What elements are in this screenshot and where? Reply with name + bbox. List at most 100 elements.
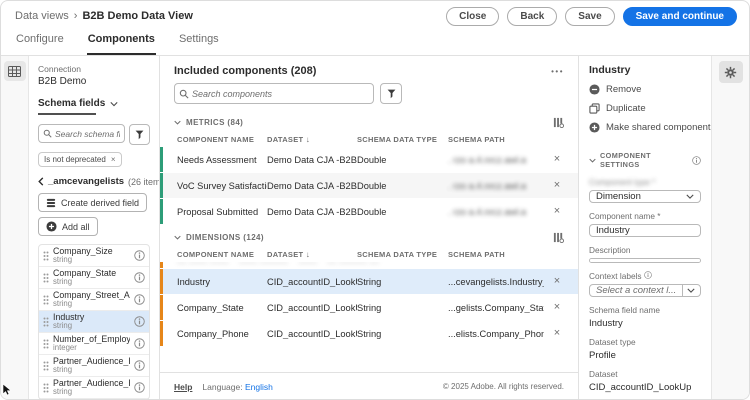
chevron-down-icon (682, 191, 698, 202)
breadcrumb-root[interactable]: Data views (15, 10, 69, 22)
info-icon[interactable] (134, 360, 145, 371)
column-settings-icon[interactable] (553, 232, 564, 243)
create-derived-field-label: Create derived field (61, 198, 139, 208)
drag-handle-icon[interactable] (43, 251, 49, 261)
remove-component-icon[interactable]: × (544, 302, 570, 313)
schema-field-item[interactable]: Company_Size string (39, 245, 149, 267)
back-button[interactable]: Back (507, 7, 557, 26)
column-settings-icon[interactable] (553, 117, 564, 128)
metric-row[interactable]: Proposal Submitted Demo Data CJA -B2B ..… (160, 199, 578, 224)
info-icon[interactable] (644, 271, 652, 279)
drag-handle-icon[interactable] (43, 383, 49, 393)
tab-components[interactable]: Components (87, 31, 156, 55)
column-header-dataset[interactable]: DATASET ↓ (267, 135, 357, 144)
remove-component-icon[interactable]: × (544, 328, 570, 339)
column-header-component-name[interactable]: COMPONENT NAME (177, 135, 267, 144)
language-link[interactable]: English (245, 382, 273, 392)
column-header-schema-path[interactable]: SCHEMA PATH (448, 135, 544, 144)
drag-handle-icon[interactable] (43, 295, 49, 305)
dimension-row[interactable]: Company_State CID_accountID_LookUp Strin… (160, 295, 578, 320)
column-header-schema-data-type[interactable]: SCHEMA DATA TYPE (357, 135, 448, 144)
save-and-continue-button[interactable]: Save and continue (623, 7, 737, 26)
components-search-box (174, 83, 374, 104)
description-textarea[interactable] (589, 258, 701, 263)
filter-chip-not-deprecated[interactable]: Is not deprecated × (38, 152, 122, 167)
settings-panel-toggle-button[interactable] (719, 61, 743, 83)
drag-handle-icon[interactable] (43, 339, 49, 349)
field-type: string (53, 388, 130, 397)
add-all-button[interactable]: Add all (38, 217, 98, 236)
dimension-name: Company_State (177, 303, 267, 313)
duplicate-action[interactable]: Duplicate (589, 103, 701, 114)
field-text: Company_Size string (53, 246, 130, 265)
schema-field-item[interactable]: Company_State string (39, 267, 149, 289)
schema-group-name: _amcevangelists (48, 176, 124, 187)
schema-panel-toggle-button[interactable] (4, 61, 26, 81)
schema-field-item[interactable]: Company_Street_Add... string (39, 289, 149, 311)
info-icon[interactable] (134, 382, 145, 393)
metric-schema-path-redacted: . rzo a.4.nrcz.awl.a (448, 155, 544, 165)
schema-fields-dropdown[interactable]: Schema fields (38, 98, 150, 109)
column-header-schema-data-type[interactable]: SCHEMA DATA TYPE (357, 250, 448, 259)
info-icon[interactable] (134, 294, 145, 305)
make-shared-component-action[interactable]: Make shared component (589, 122, 701, 133)
tab-settings[interactable]: Settings (178, 31, 220, 55)
column-header-component-name[interactable]: COMPONENT NAME (177, 250, 267, 259)
drag-handle-icon[interactable] (43, 317, 49, 327)
info-icon[interactable] (134, 338, 145, 349)
schema-group-breadcrumb[interactable]: _amcevangelists (26 items) (38, 176, 150, 187)
dimension-schema-path: ...gelists.Company_State (448, 303, 544, 313)
info-icon[interactable] (134, 250, 145, 261)
remove-action[interactable]: Remove (589, 84, 701, 95)
remove-component-icon[interactable]: × (544, 276, 570, 287)
component-type-select[interactable]: Dimension (589, 190, 701, 203)
close-button[interactable]: Close (446, 7, 499, 26)
schema-search-input[interactable] (55, 129, 120, 139)
tab-configure[interactable]: Configure (15, 31, 65, 55)
dimension-row[interactable]: Company_Phone CID_accountID_LookUp Strin… (160, 321, 578, 346)
components-search-input[interactable] (192, 89, 369, 99)
dimensions-section-header[interactable]: DIMENSIONS (124) (160, 227, 578, 246)
data-view-editor-window: Data views › B2B Demo Data View Close Ba… (0, 0, 750, 400)
info-icon[interactable] (134, 316, 145, 327)
component-settings-section-header[interactable]: COMPONENT SETTINGS (589, 151, 701, 169)
dimension-row-industry[interactable]: Industry CID_accountID_LookUp String ...… (160, 269, 578, 294)
info-icon[interactable] (692, 156, 701, 165)
schema-field-item[interactable]: Partner_Audience_Ha... string (39, 355, 149, 377)
metrics-section-header[interactable]: METRICS (84) (160, 112, 578, 131)
chevron-down-icon (682, 285, 698, 296)
metrics-section-label: METRICS (84) (186, 118, 243, 127)
drag-handle-icon[interactable] (43, 273, 49, 283)
dimension-dataset: CID_accountID_LookUp (267, 329, 357, 339)
remove-component-icon[interactable]: × (544, 206, 570, 217)
save-button[interactable]: Save (565, 7, 614, 26)
context-labels-select[interactable]: Select a context l... (589, 284, 701, 297)
components-filter-button[interactable] (380, 83, 402, 104)
metric-row[interactable]: VoC Survey Satisfactio... Demo Data CJA … (160, 173, 578, 198)
help-link[interactable]: Help (174, 382, 192, 392)
schema-filter-button[interactable] (129, 124, 150, 145)
metric-name: Needs Assessment (177, 155, 267, 165)
column-header-dataset[interactable]: DATASET ↓ (267, 250, 357, 259)
remove-component-icon[interactable]: × (544, 154, 570, 165)
create-derived-field-button[interactable]: Create derived field (38, 193, 147, 212)
drag-handle-icon[interactable] (43, 361, 49, 371)
breadcrumb-separator-icon: › (74, 10, 78, 22)
filter-funnel-icon (386, 88, 397, 99)
chip-close-icon[interactable]: × (111, 155, 116, 164)
metric-row[interactable]: Needs Assessment Demo Data CJA -B2B ... … (160, 147, 578, 172)
schema-field-item[interactable]: Number_of_Employees integer (39, 333, 149, 355)
top-bar: Data views › B2B Demo Data View Close Ba… (1, 1, 749, 31)
schema-field-item[interactable]: Partner_Audience_Ra... string (39, 377, 149, 399)
more-actions-icon[interactable]: ••• (551, 67, 564, 76)
main-content: Connection B2B Demo Schema fields (1, 56, 749, 400)
remove-component-icon[interactable]: × (544, 180, 570, 191)
column-header-schema-path[interactable]: SCHEMA PATH (448, 250, 544, 259)
left-icon-rail (1, 56, 29, 400)
selected-component-title: Industry (589, 64, 701, 76)
component-name-input[interactable] (589, 224, 701, 237)
schema-field-item-industry[interactable]: Industry string (39, 311, 149, 333)
field-text: Industry string (53, 312, 130, 331)
info-icon[interactable] (134, 272, 145, 283)
chevron-down-icon (110, 101, 118, 107)
